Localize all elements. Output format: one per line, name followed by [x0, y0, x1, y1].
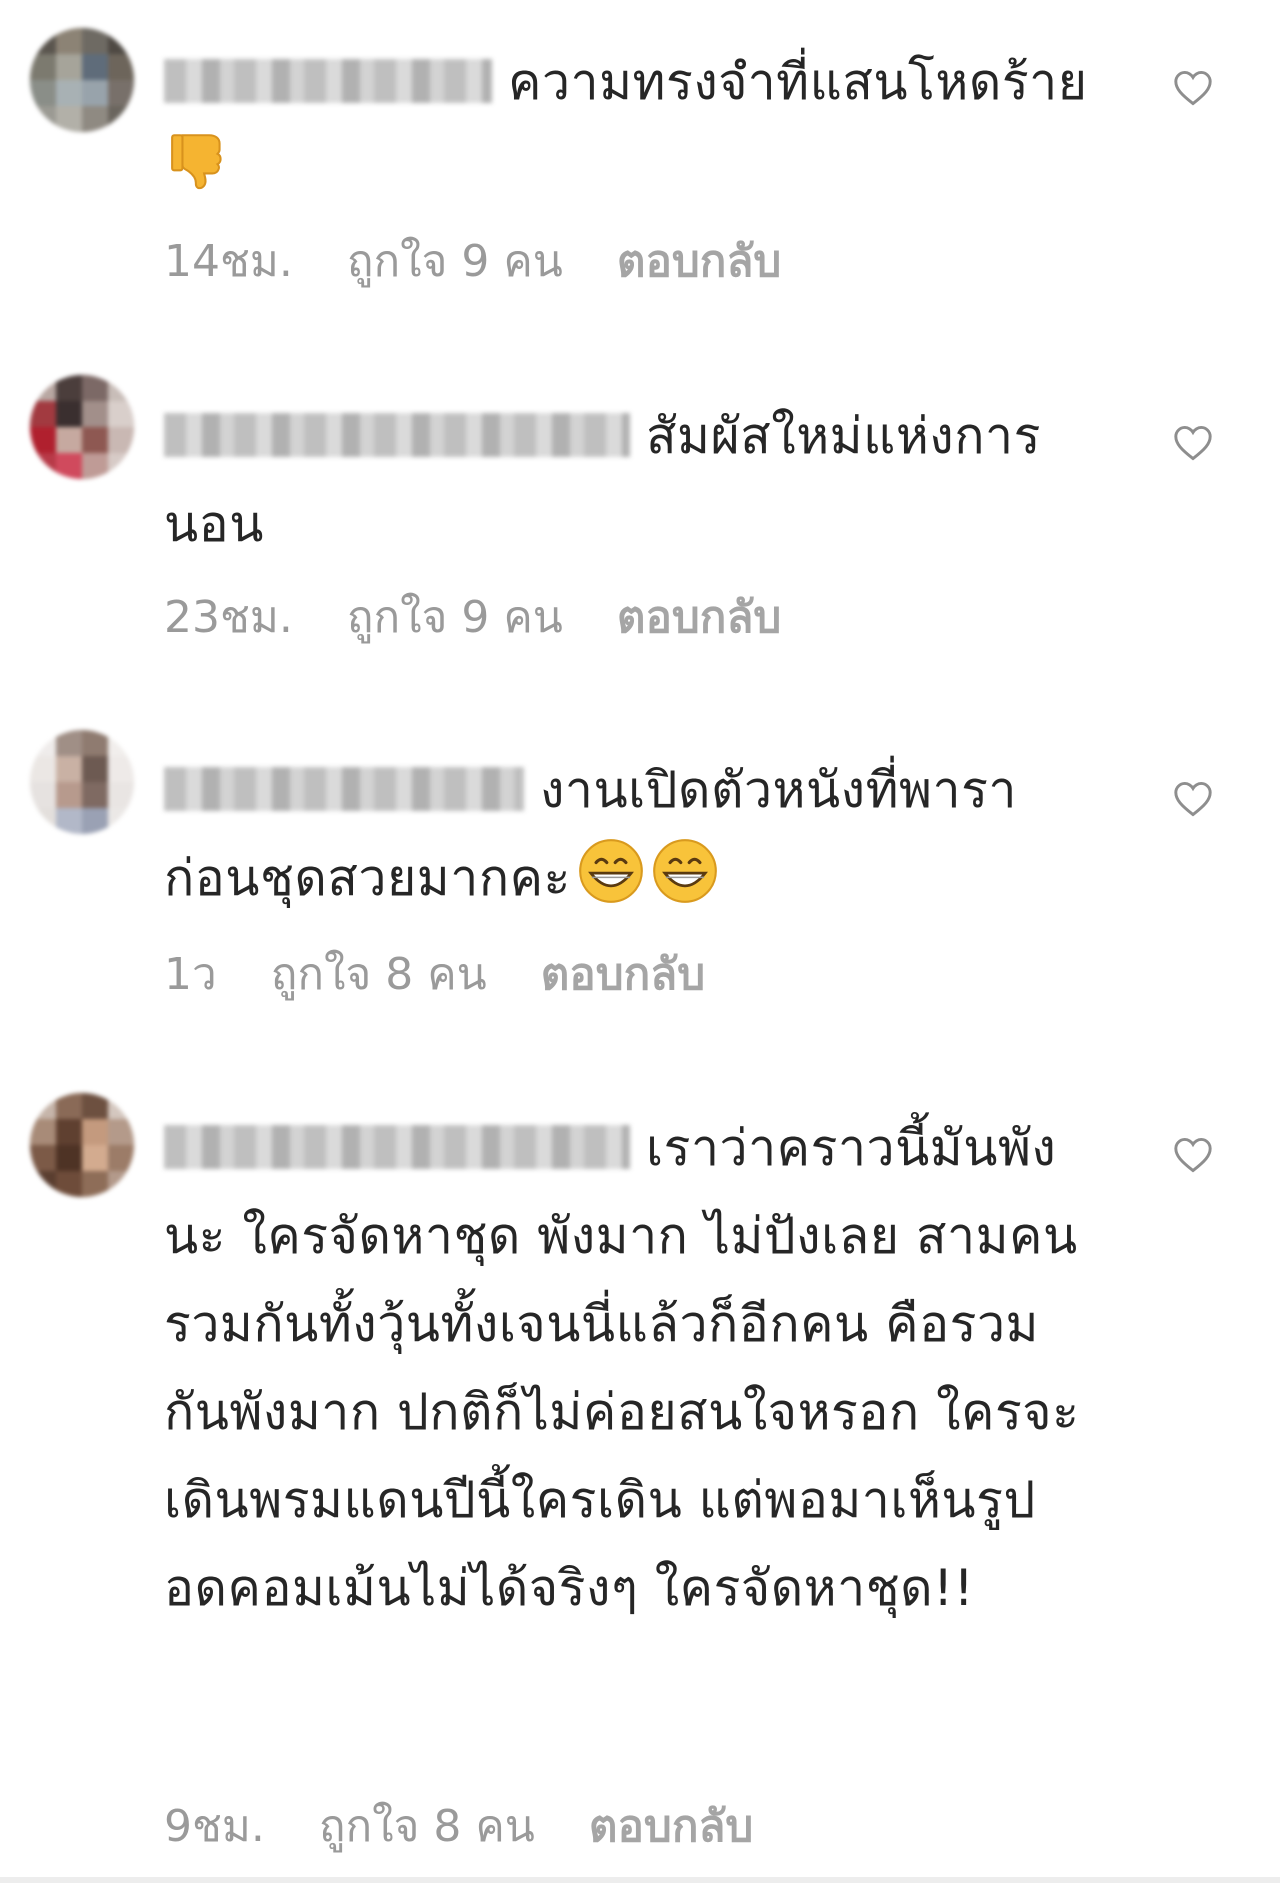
- grinning-face-emoji-icon: [653, 839, 717, 903]
- heart-outline-icon[interactable]: [1173, 781, 1213, 817]
- username[interactable]: [164, 413, 630, 457]
- reply-button[interactable]: ตอบกลับ: [541, 949, 705, 1000]
- timestamp: 14ชม.: [164, 236, 293, 287]
- comment-text: เราว่าคราวนี้มันพังนะ ใครจัดหาชุด พังมาก…: [164, 1104, 1104, 1632]
- avatar[interactable]: [30, 375, 134, 479]
- username[interactable]: [164, 1125, 630, 1169]
- comment-meta: 14ชม. ถูกใจ 9 คน ตอบกลับ: [164, 232, 835, 292]
- timestamp: 23ชม.: [164, 592, 293, 643]
- comment-text: งานเปิดตัวหนังที่พาราก่อนชุดสวยมากคะ: [164, 746, 1104, 922]
- grinning-face-emoji-icon: [579, 839, 643, 903]
- comment-text: ความทรงจำที่แสนโหดร้าย: [164, 38, 1104, 214]
- comment-meta: 1ว ถูกใจ 8 คน ตอบกลับ: [164, 945, 759, 1005]
- like-count[interactable]: ถูกใจ 8 คน: [319, 1801, 535, 1852]
- username[interactable]: [164, 59, 492, 103]
- avatar[interactable]: [30, 28, 134, 132]
- avatar[interactable]: [30, 1093, 134, 1197]
- heart-outline-icon[interactable]: [1173, 425, 1213, 461]
- like-count[interactable]: ถูกใจ 8 คน: [271, 949, 487, 1000]
- reply-button[interactable]: ตอบกลับ: [617, 236, 781, 287]
- reply-button[interactable]: ตอบกลับ: [589, 1801, 753, 1852]
- comment-meta: 9ชม. ถูกใจ 8 คน ตอบกลับ: [164, 1797, 807, 1857]
- like-count[interactable]: ถูกใจ 9 คน: [347, 592, 563, 643]
- thumbs-down-emoji-icon: [171, 134, 222, 190]
- heart-outline-icon[interactable]: [1173, 1137, 1213, 1173]
- heart-outline-icon[interactable]: [1173, 70, 1213, 106]
- timestamp: 1ว: [164, 949, 217, 1000]
- reply-button[interactable]: ตอบกลับ: [617, 592, 781, 643]
- comment-body: ความทรงจำที่แสนโหดร้าย: [508, 53, 1088, 111]
- bottom-divider: [0, 1877, 1280, 1883]
- username[interactable]: [164, 767, 524, 811]
- avatar[interactable]: [30, 730, 134, 834]
- comment-meta: 23ชม. ถูกใจ 9 คน ตอบกลับ: [164, 588, 835, 648]
- timestamp: 9ชม.: [164, 1801, 265, 1852]
- comment-body: เราว่าคราวนี้มันพังนะ ใครจัดหาชุด พังมาก…: [164, 1119, 1080, 1617]
- like-count[interactable]: ถูกใจ 9 คน: [347, 236, 563, 287]
- comment-text: สัมผัสใหม่แห่งการนอน: [164, 392, 1104, 568]
